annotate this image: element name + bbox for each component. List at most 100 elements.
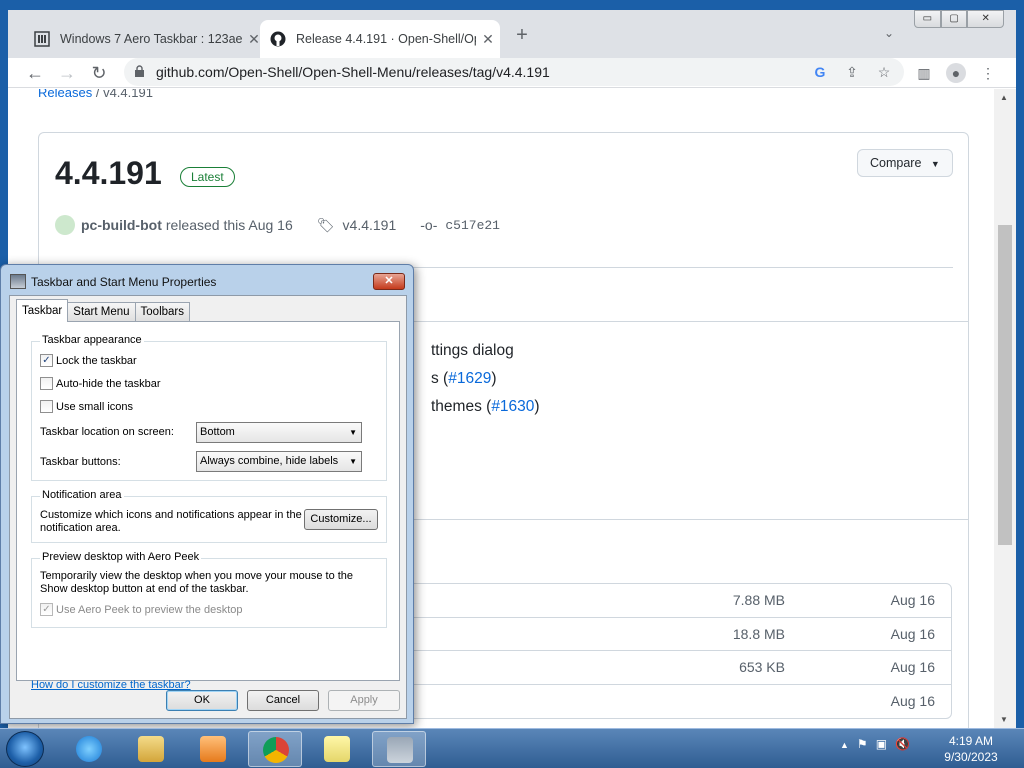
clock-date: 9/30/2023 <box>944 750 998 764</box>
cancel-button[interactable]: Cancel <box>247 690 319 711</box>
page-scrollbar[interactable]: ▲ ▼ <box>994 89 1016 728</box>
checkbox-box <box>40 377 53 390</box>
lock-icon <box>135 65 144 77</box>
google-translate-icon[interactable]: G <box>811 63 829 81</box>
breadcrumb: Releases / v4.4.191 <box>38 89 153 100</box>
taskbar-sticky-notes[interactable] <box>310 731 364 767</box>
notification-description: Customize which icons and notifications … <box>40 509 302 534</box>
taskbar-properties-window[interactable] <box>372 731 426 767</box>
asset-row[interactable]: 653 KB Aug 16 <box>400 651 951 685</box>
taskbar-properties-dialog: Taskbar and Start Menu Properties ✕ Task… <box>0 264 414 724</box>
asset-row[interactable]: 7.88 MB Aug 16 <box>400 584 951 618</box>
network-icon[interactable]: ▣ <box>876 737 887 753</box>
note-text: ) <box>534 398 540 415</box>
volume-muted-icon[interactable]: 🔇 <box>895 737 910 753</box>
buttons-dropdown[interactable]: Always combine, hide labels ▼ <box>196 451 362 472</box>
checkbox-box: ✓ <box>40 354 53 367</box>
checkbox-box <box>40 400 53 413</box>
taskbar-appearance-group: Taskbar appearance ✓ Lock the taskbar Aut… <box>31 334 387 481</box>
system-clock[interactable]: 4:19 AM 9/30/2023 <box>936 733 1006 765</box>
tab-windows7-aero[interactable]: Windows 7 Aero Taskbar : 123aer ✕ <box>24 20 266 58</box>
address-bar[interactable]: github.com/Open-Shell/Open-Shell-Menu/re… <box>124 58 904 86</box>
taskbar-chrome[interactable] <box>248 731 302 767</box>
commit-icon: -o- <box>420 217 438 233</box>
dialog-close-button[interactable]: ✕ <box>373 273 405 290</box>
note-text: ) <box>491 370 497 387</box>
release-note-line: s (#1629) <box>431 370 497 388</box>
asset-row[interactable]: 18.8 MB Aug 16 <box>400 618 951 651</box>
scrollbar-thumb[interactable] <box>998 225 1012 545</box>
tab-strip: Windows 7 Aero Taskbar : 123aer ✕ Releas… <box>8 10 1016 58</box>
autohide-checkbox[interactable]: Auto-hide the taskbar <box>40 377 161 390</box>
action-center-flag-icon[interactable]: ⚑ <box>857 737 868 753</box>
bot-avatar[interactable] <box>55 215 75 235</box>
dropdown-value: Always combine, hide labels <box>200 455 339 467</box>
compare-button[interactable]: Compare ▼ <box>857 149 953 177</box>
issue-link-1629[interactable]: #1629 <box>448 370 491 387</box>
breadcrumb-current: v4.4.191 <box>103 89 153 100</box>
assets-list: 7.88 MB Aug 16 18.8 MB Aug 16 653 KB Aug 16… <box>399 583 952 719</box>
show-hidden-icons-icon[interactable]: ▲ <box>840 737 849 753</box>
profile-avatar-icon[interactable]: ● <box>946 63 966 83</box>
lock-taskbar-checkbox[interactable]: ✓ Lock the taskbar <box>40 354 137 367</box>
issue-link-1630[interactable]: #1630 <box>491 398 534 415</box>
tag-link[interactable]: v4.4.191 <box>343 217 397 233</box>
tab-toolbars[interactable]: Toolbars <box>134 302 190 322</box>
customize-button[interactable]: Customize... <box>304 509 378 530</box>
start-button[interactable] <box>6 731 44 767</box>
tab-start-menu[interactable]: Start Menu <box>67 302 136 322</box>
ok-button[interactable]: OK <box>166 690 238 711</box>
new-tab-button[interactable]: + <box>510 24 534 48</box>
author-link[interactable]: pc-build-bot <box>81 217 162 233</box>
group-label: Taskbar appearance <box>40 334 144 346</box>
tab-github-release[interactable]: Release 4.4.191 · Open-Shell/Ope ✕ <box>260 20 500 58</box>
taskbar-explorer[interactable] <box>124 731 178 767</box>
bookmark-star-icon[interactable]: ☆ <box>875 63 893 81</box>
clock-time: 4:19 AM <box>948 734 994 748</box>
close-window-button[interactable]: ✕ <box>967 10 1004 28</box>
released-text: released this Aug 16 <box>165 217 293 233</box>
small-icons-checkbox[interactable]: Use small icons <box>40 400 133 413</box>
taskbar-internet-explorer[interactable] <box>62 731 116 767</box>
media-player-icon <box>200 736 226 762</box>
aero-peek-description: Temporarily view the desktop when you mo… <box>40 570 354 595</box>
tab-taskbar[interactable]: Taskbar <box>16 299 69 322</box>
back-arrow-icon[interactable]: ← <box>22 60 48 86</box>
tab-close-icon[interactable]: ✕ <box>476 31 500 48</box>
asset-date: Aug 16 <box>890 592 935 608</box>
maximize-button[interactable]: ▢ <box>940 10 968 28</box>
reload-icon[interactable]: ↻ <box>86 60 112 86</box>
share-icon[interactable]: ⇪ <box>843 63 861 81</box>
browser-toolbar: ← → ↻ github.com/Open-Shell/Open-Shell-M… <box>8 58 1016 88</box>
location-dropdown[interactable]: Bottom ▼ <box>196 422 362 443</box>
release-note-line: themes (#1630) <box>431 398 540 416</box>
scroll-up-icon[interactable]: ▲ <box>1000 93 1008 102</box>
help-link[interactable]: How do I customize the taskbar? <box>31 679 191 691</box>
minimize-button[interactable]: ▭ <box>914 10 941 28</box>
menu-kebab-icon[interactable]: ⋮ <box>978 63 998 83</box>
checkbox-label: Auto-hide the taskbar <box>56 377 161 390</box>
taskbar-media-player[interactable] <box>186 731 240 767</box>
tag-icon: 🏷 <box>316 216 335 233</box>
commit-link[interactable]: c517e21 <box>445 218 500 233</box>
notification-area-group: Notification area Customize which icons … <box>31 489 387 543</box>
windows-taskbar: ▲ ⚑ ▣ 🔇 4:19 AM 9/30/2023 <box>0 728 1024 768</box>
side-panel-icon[interactable]: ▥ <box>914 63 934 83</box>
dropdown-arrow-icon: ▼ <box>349 428 357 437</box>
github-favicon-icon <box>270 31 286 47</box>
tab-title: Release 4.4.191 · Open-Shell/Ope <box>296 32 476 46</box>
buttons-label: Taskbar buttons: <box>40 456 121 468</box>
breadcrumb-releases-link[interactable]: Releases <box>38 89 92 100</box>
taskbar-properties-icon <box>10 274 26 289</box>
tab-search-icon[interactable]: ⌄ <box>884 26 894 40</box>
latest-badge: Latest <box>180 167 235 187</box>
apply-button: Apply <box>328 690 400 711</box>
checkbox-label: Lock the taskbar <box>56 354 137 367</box>
system-tray: ▲ ⚑ ▣ 🔇 <box>840 737 910 753</box>
scroll-down-icon[interactable]: ▼ <box>1000 715 1008 724</box>
dropdown-arrow-icon: ▼ <box>349 457 357 466</box>
asset-row[interactable]: Aug 16 <box>400 685 951 719</box>
forward-arrow-icon[interactable]: → <box>54 60 80 86</box>
chrome-icon <box>263 737 289 763</box>
release-title: 4.4.191 <box>55 155 162 191</box>
